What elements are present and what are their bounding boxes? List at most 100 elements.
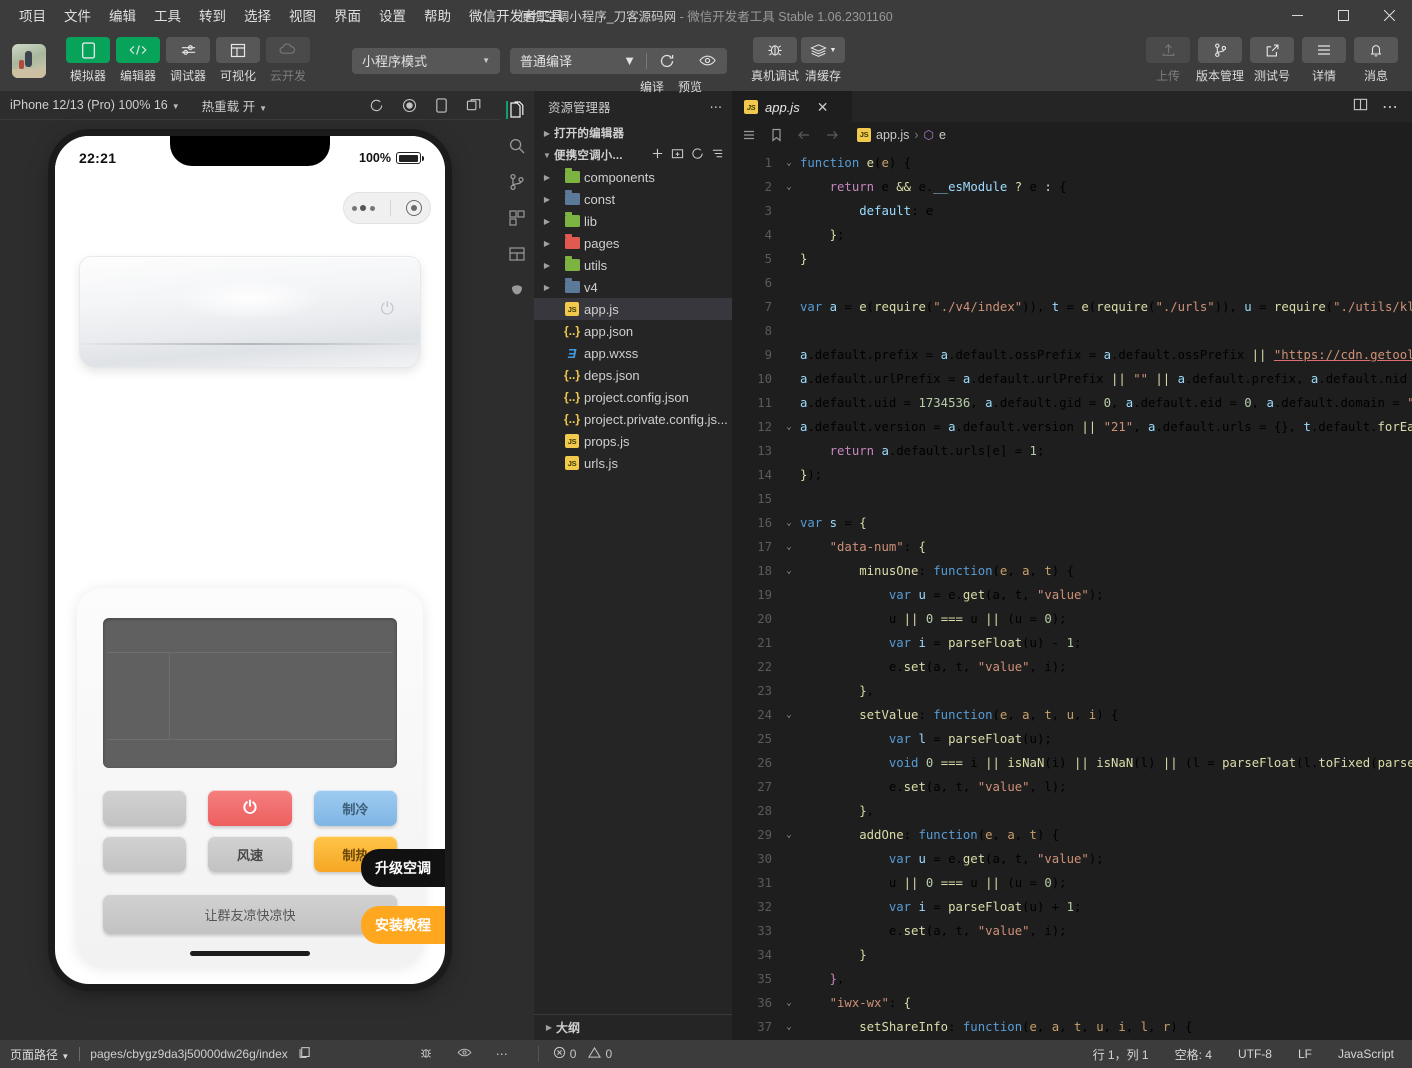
- language-mode[interactable]: JavaScript: [1338, 1047, 1394, 1061]
- menu-item-5[interactable]: 选择: [235, 1, 280, 29]
- remote-button-3[interactable]: [103, 836, 186, 872]
- outline-icon[interactable]: [742, 128, 756, 142]
- code-line[interactable]: function e(e) {: [800, 151, 1412, 175]
- close-icon[interactable]: [1366, 0, 1412, 30]
- eye-icon[interactable]: [457, 1045, 472, 1063]
- code-line[interactable]: var u = e.get(a, t, "value");: [800, 847, 1412, 871]
- file-tree-item-v4[interactable]: ▶v4: [534, 276, 732, 298]
- code-line[interactable]: return e && e.__esModule ? e : {: [800, 175, 1412, 199]
- source-control-icon[interactable]: [508, 173, 526, 191]
- file-tree-item-app-js[interactable]: JSapp.js: [534, 298, 732, 320]
- code-line[interactable]: }: [800, 247, 1412, 271]
- code-line[interactable]: [800, 271, 1412, 295]
- file-tree-item-project-private-config-js---[interactable]: {..}project.private.config.js...: [534, 408, 732, 430]
- compile-select[interactable]: 普通编译 ▼: [510, 48, 646, 74]
- code-line[interactable]: a.default.urlPrefix = a.default.urlPrefi…: [800, 367, 1412, 391]
- remote-wide-button[interactable]: 让群友凉快凉快: [103, 894, 397, 934]
- collapse-icon[interactable]: [711, 147, 724, 163]
- code-line[interactable]: }: [800, 943, 1412, 967]
- toolbar-button-upload[interactable]: 上传: [1144, 37, 1192, 84]
- breadcrumb-file[interactable]: app.js: [876, 128, 909, 142]
- new-file-icon[interactable]: [651, 147, 664, 163]
- code-line[interactable]: [800, 319, 1412, 343]
- code-line[interactable]: u || 0 === u || (u = 0);: [800, 607, 1412, 631]
- remote-button-2[interactable]: 制冷: [314, 790, 397, 826]
- files-icon[interactable]: [506, 101, 526, 119]
- fold-column[interactable]: ⌄⌄⌄⌄⌄⌄⌄⌄⌄⌄: [778, 147, 800, 1039]
- toolbar-button-branch[interactable]: 版本管理: [1196, 37, 1244, 84]
- code-line[interactable]: [800, 487, 1412, 511]
- code-line[interactable]: "iwx-wx": {: [800, 991, 1412, 1015]
- toolbar-button-code[interactable]: 编辑器: [114, 37, 162, 84]
- encoding-setting[interactable]: UTF-8: [1238, 1047, 1272, 1061]
- open-editors-row[interactable]: ▶ 打开的编辑器: [534, 122, 732, 144]
- target-icon[interactable]: [406, 200, 422, 216]
- fold-toggle-icon[interactable]: ⌄: [778, 991, 800, 1015]
- remote-button-1[interactable]: ⏻: [208, 790, 291, 826]
- file-tree-item-components[interactable]: ▶components: [534, 166, 732, 188]
- menu-item-6[interactable]: 视图: [280, 1, 325, 29]
- mode-select[interactable]: 小程序模式 ▼: [352, 48, 500, 74]
- device-debug-button[interactable]: 真机调试: [751, 37, 799, 84]
- file-tree-item-lib[interactable]: ▶lib: [534, 210, 732, 232]
- code-line[interactable]: setShareInfo: function(e, a, t, u, i, l,…: [800, 1015, 1412, 1039]
- code-line[interactable]: "data-num": {: [800, 535, 1412, 559]
- breadcrumb-symbol[interactable]: e: [939, 128, 946, 142]
- code-line[interactable]: e.set(a, t, "value", i);: [800, 919, 1412, 943]
- remote-button-0[interactable]: [103, 790, 186, 826]
- code-line[interactable]: },: [800, 679, 1412, 703]
- menu-item-2[interactable]: 编辑: [100, 1, 145, 29]
- code-line[interactable]: e.set(a, t, "value", l);: [800, 775, 1412, 799]
- file-tree-item-pages[interactable]: ▶pages: [534, 232, 732, 254]
- code-line[interactable]: var l = parseFloat(u);: [800, 727, 1412, 751]
- file-tree-item-const[interactable]: ▶const: [534, 188, 732, 210]
- code-line[interactable]: a.default.version = a.default.version ||…: [800, 415, 1412, 439]
- code-line[interactable]: var u = e.get(a, t, "value");: [800, 583, 1412, 607]
- toolbar-button-sliders[interactable]: 调试器: [164, 37, 212, 84]
- menu-item-4[interactable]: 转到: [190, 1, 235, 29]
- code-line[interactable]: var s = {: [800, 511, 1412, 535]
- copy-icon[interactable]: [298, 1046, 311, 1062]
- search-icon[interactable]: [508, 137, 526, 155]
- side-tab-tutorial[interactable]: 安装教程: [361, 906, 445, 944]
- ellipsis-icon[interactable]: ⋯: [496, 1047, 508, 1061]
- code-line[interactable]: return a.default.urls[e] = 1;: [800, 439, 1412, 463]
- menu-item-0[interactable]: 项目: [10, 1, 55, 29]
- code-line[interactable]: var i = parseFloat(u) - 1;: [800, 631, 1412, 655]
- toolbar-button-bell[interactable]: 消息: [1352, 37, 1400, 84]
- tab-app-js[interactable]: JS app.js ✕: [732, 91, 852, 122]
- file-tree-item-utils[interactable]: ▶utils: [534, 254, 732, 276]
- code-line[interactable]: e.set(a, t, "value", i);: [800, 655, 1412, 679]
- menu-item-7[interactable]: 界面: [325, 1, 370, 29]
- menu-item-1[interactable]: 文件: [55, 1, 100, 29]
- fold-toggle-icon[interactable]: ⌄: [778, 823, 800, 847]
- code-line[interactable]: };: [800, 223, 1412, 247]
- code-line[interactable]: });: [800, 463, 1412, 487]
- file-tree-item-props-js[interactable]: JSprops.js: [534, 430, 732, 452]
- menu-item-10[interactable]: 微信开发者工具: [460, 1, 573, 29]
- minimize-icon[interactable]: [1274, 0, 1320, 30]
- fold-toggle-icon[interactable]: ⌄: [778, 415, 800, 439]
- clear-cache-button[interactable]: ▼ 清缓存: [799, 37, 847, 84]
- bookmark-icon[interactable]: [770, 128, 783, 142]
- toolbar-button-phone[interactable]: 模拟器: [64, 37, 112, 84]
- layout-icon[interactable]: [508, 245, 526, 263]
- forward-arrow-icon[interactable]: [825, 128, 839, 142]
- fold-toggle-icon[interactable]: ⌄: [778, 175, 800, 199]
- ellipsis-icon[interactable]: ⋯: [710, 99, 723, 114]
- fold-toggle-icon[interactable]: ⌄: [778, 511, 800, 535]
- compile-label[interactable]: 编译: [640, 78, 664, 95]
- file-tree-item-deps-json[interactable]: {..}deps.json: [534, 364, 732, 386]
- file-tree-item-urls-js[interactable]: JSurls.js: [534, 452, 732, 474]
- code-line[interactable]: a.default.prefix = a.default.ossPrefix =…: [800, 343, 1412, 367]
- fold-toggle-icon[interactable]: ⌄: [778, 1015, 800, 1039]
- toolbar-button-cloud[interactable]: 云开发: [264, 37, 312, 84]
- file-tree-item-app-json[interactable]: {..}app.json: [534, 320, 732, 342]
- toolbar-button-menu[interactable]: 详情: [1300, 37, 1348, 84]
- device-select[interactable]: iPhone 12/13 (Pro) 100% 16▼: [10, 98, 180, 112]
- toolbar-button-external-link[interactable]: 测试号: [1248, 37, 1296, 84]
- back-arrow-icon[interactable]: [797, 128, 811, 142]
- project-root-row[interactable]: ▼ 便携空调小...: [534, 144, 732, 166]
- multi-window-icon[interactable]: [466, 98, 482, 113]
- fold-toggle-icon[interactable]: ⌄: [778, 559, 800, 583]
